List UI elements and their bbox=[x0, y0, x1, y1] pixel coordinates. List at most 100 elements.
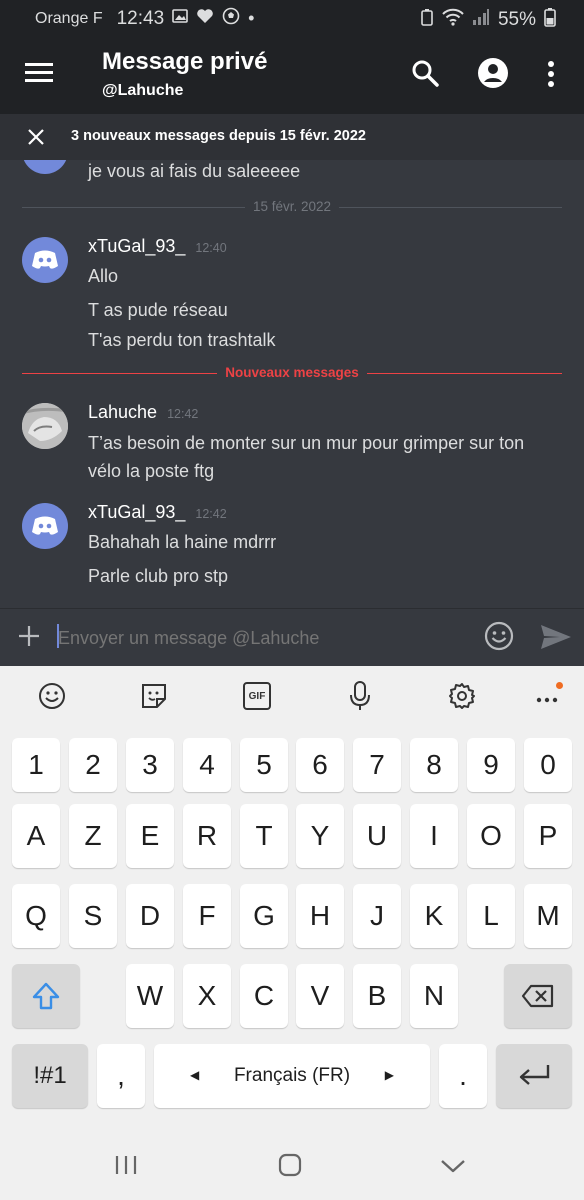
signal-icon bbox=[472, 8, 490, 31]
more-options-icon[interactable] bbox=[536, 692, 562, 703]
avatar[interactable] bbox=[22, 237, 68, 283]
emoji-icon[interactable] bbox=[38, 682, 66, 710]
key-j[interactable]: J bbox=[353, 884, 401, 948]
key-x[interactable]: X bbox=[183, 964, 231, 1028]
close-icon[interactable] bbox=[26, 127, 46, 147]
send-icon[interactable] bbox=[540, 623, 572, 651]
language-label: Français (FR) bbox=[233, 1065, 351, 1086]
avatar[interactable] bbox=[22, 160, 68, 174]
message-text: vélo la poste ftg bbox=[88, 461, 215, 481]
key-f[interactable]: F bbox=[183, 884, 231, 948]
new-messages-banner[interactable]: 3 nouveaux messages depuis 15 févr. 2022 bbox=[0, 114, 584, 160]
add-attachment-icon[interactable] bbox=[18, 625, 40, 647]
back-chevron-icon[interactable] bbox=[440, 1158, 466, 1174]
key-o[interactable]: O bbox=[467, 804, 515, 868]
key-i[interactable]: I bbox=[410, 804, 458, 868]
date-divider-label: 15 févr. 2022 bbox=[0, 199, 584, 214]
sticker-icon[interactable] bbox=[140, 682, 168, 710]
key-g[interactable]: G bbox=[240, 884, 288, 948]
message-text: T as pude réseau bbox=[88, 300, 228, 320]
avatar[interactable] bbox=[22, 403, 68, 449]
new-messages-divider-label: Nouveaux messages bbox=[0, 365, 584, 380]
key-4[interactable]: 4 bbox=[183, 738, 231, 792]
key-c[interactable]: C bbox=[240, 964, 288, 1028]
keyboard-toolbar: GIF bbox=[0, 666, 584, 726]
gif-icon[interactable]: GIF bbox=[243, 682, 271, 710]
message-list[interactable]: je vous ai fais du saleeeee 15 févr. 202… bbox=[0, 160, 584, 608]
key-5[interactable]: 5 bbox=[240, 738, 288, 792]
battery-icon bbox=[544, 7, 556, 32]
backspace-key[interactable] bbox=[504, 964, 572, 1028]
key-1[interactable]: 1 bbox=[12, 738, 60, 792]
shift-key[interactable] bbox=[12, 964, 80, 1028]
key-w[interactable]: W bbox=[126, 964, 174, 1028]
key-k[interactable]: K bbox=[410, 884, 458, 948]
user-profile-icon[interactable] bbox=[477, 57, 509, 89]
message-author[interactable]: Lahuche 12:42 bbox=[88, 402, 198, 423]
message-text: Parle club pro stp bbox=[88, 566, 229, 586]
keyboard: GIF 1 2 3 4 5 6 7 8 9 0 A Z E R T Y U I … bbox=[0, 666, 584, 1200]
key-d[interactable]: D bbox=[126, 884, 174, 948]
message-author[interactable]: xTuGal_93_ 12:40 bbox=[88, 236, 227, 257]
message-timestamp: 12:42 bbox=[195, 507, 227, 521]
key-p[interactable]: P bbox=[524, 804, 572, 868]
key-q[interactable]: Q bbox=[12, 884, 60, 948]
notification-dot bbox=[556, 682, 563, 689]
gallery-icon bbox=[172, 8, 188, 29]
key-2[interactable]: 2 bbox=[69, 738, 117, 792]
key-z[interactable]: Z bbox=[69, 804, 117, 868]
message-composer bbox=[0, 608, 584, 667]
key-r[interactable]: R bbox=[183, 804, 231, 868]
home-icon[interactable] bbox=[278, 1153, 302, 1177]
key-n[interactable]: N bbox=[410, 964, 458, 1028]
wifi-icon bbox=[442, 8, 464, 31]
key-9[interactable]: 9 bbox=[467, 738, 515, 792]
key-0[interactable]: 0 bbox=[524, 738, 572, 792]
avatar[interactable] bbox=[22, 503, 68, 549]
clock: 12:43 bbox=[116, 7, 165, 29]
key-6[interactable]: 6 bbox=[296, 738, 344, 792]
key-8[interactable]: 8 bbox=[410, 738, 458, 792]
heart-icon bbox=[196, 8, 214, 29]
enter-key[interactable] bbox=[496, 1044, 572, 1108]
menu-icon[interactable] bbox=[24, 60, 54, 84]
key-b[interactable]: B bbox=[353, 964, 401, 1028]
key-e[interactable]: E bbox=[126, 804, 174, 868]
key-u[interactable]: U bbox=[353, 804, 401, 868]
key-y[interactable]: Y bbox=[296, 804, 344, 868]
chevron-right-icon: ▶ bbox=[384, 1068, 394, 1082]
message-timestamp: 12:42 bbox=[167, 407, 199, 421]
soccer-icon bbox=[222, 7, 240, 30]
key-t[interactable]: T bbox=[240, 804, 288, 868]
page-subtitle: @Lahuche bbox=[102, 82, 184, 99]
chevron-left-icon: ◀ bbox=[190, 1068, 200, 1082]
system-navigation-bar bbox=[0, 1130, 584, 1200]
emoji-icon[interactable] bbox=[484, 621, 514, 651]
recent-apps-icon[interactable] bbox=[114, 1155, 138, 1175]
message-input[interactable] bbox=[56, 619, 460, 657]
dot-icon: • bbox=[248, 8, 255, 28]
space-key[interactable]: ◀ Français (FR) ▶ bbox=[154, 1044, 430, 1108]
carrier-label: Orange F bbox=[35, 9, 103, 27]
key-v[interactable]: V bbox=[296, 964, 344, 1028]
key-h[interactable]: H bbox=[296, 884, 344, 948]
battery-saver-icon bbox=[420, 8, 434, 31]
more-options-icon[interactable] bbox=[546, 59, 556, 89]
key-l[interactable]: L bbox=[467, 884, 515, 948]
settings-gear-icon[interactable] bbox=[448, 682, 476, 710]
period-key[interactable]: . bbox=[439, 1044, 487, 1108]
message-timestamp: 12:40 bbox=[195, 241, 227, 255]
symbols-key[interactable]: !#1 bbox=[12, 1044, 88, 1108]
comma-key[interactable]: , bbox=[97, 1044, 145, 1108]
key-3[interactable]: 3 bbox=[126, 738, 174, 792]
key-s[interactable]: S bbox=[69, 884, 117, 948]
message-author[interactable]: xTuGal_93_ 12:42 bbox=[88, 502, 227, 523]
message-text: T’as besoin de monter sur un mur pour gr… bbox=[88, 433, 525, 453]
status-bar: Orange F 12:43 • 55% bbox=[0, 0, 584, 34]
search-icon[interactable] bbox=[410, 58, 440, 88]
message-text: T'as perdu ton trashtalk bbox=[88, 330, 276, 350]
microphone-icon[interactable] bbox=[348, 680, 372, 712]
key-m[interactable]: M bbox=[524, 884, 572, 948]
key-7[interactable]: 7 bbox=[353, 738, 401, 792]
key-a[interactable]: A bbox=[12, 804, 60, 868]
